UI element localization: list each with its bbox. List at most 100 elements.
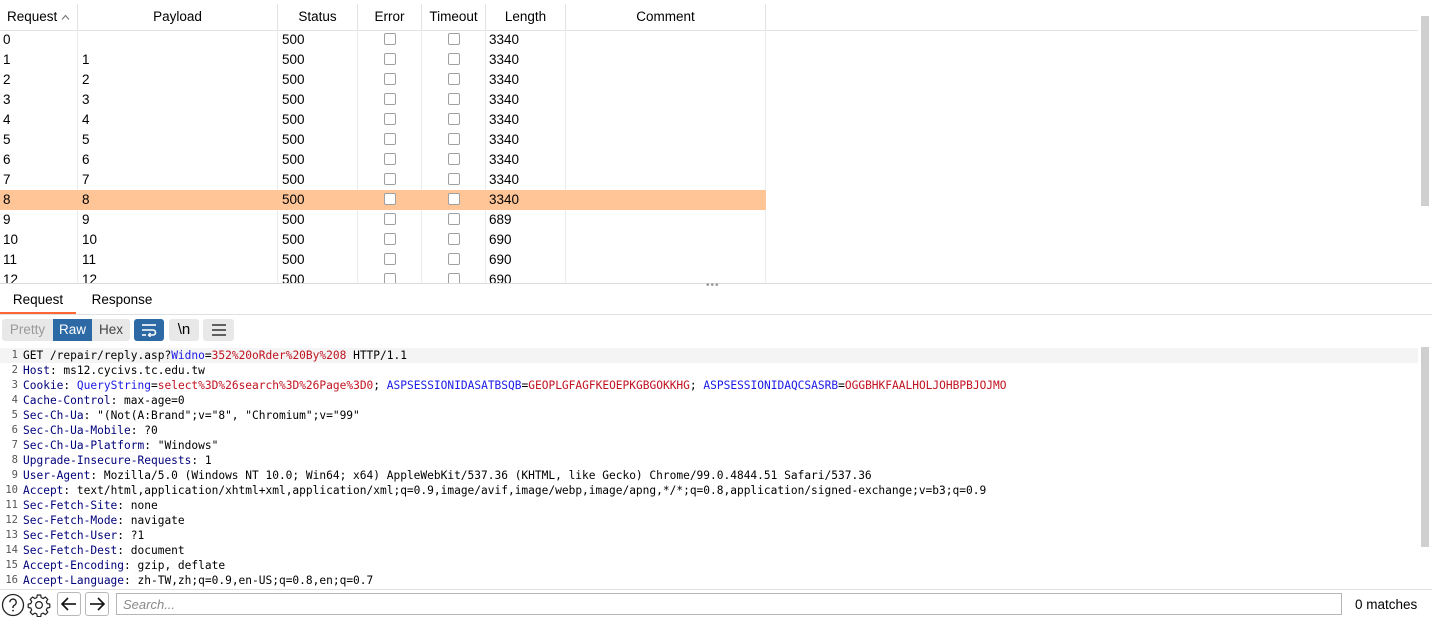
error-checkbox[interactable]: [384, 53, 396, 65]
settings-button[interactable]: [27, 593, 51, 618]
cell-request: 10: [3, 232, 19, 247]
timeout-checkbox[interactable]: [448, 193, 460, 205]
column-header-timeout[interactable]: Timeout: [422, 4, 486, 30]
tab-request[interactable]: Request: [0, 288, 76, 314]
cell-request: 3: [3, 92, 11, 107]
editor-scrollbar[interactable]: [1418, 347, 1432, 589]
cell-length: 689: [489, 212, 512, 227]
next-match-button[interactable]: [85, 592, 109, 616]
cell-status: 500: [282, 172, 305, 187]
timeout-checkbox[interactable]: [448, 213, 460, 225]
timeout-checkbox[interactable]: [448, 153, 460, 165]
editor-line: 2 Host: ms12.cycivs.tc.edu.tw: [0, 363, 1418, 378]
error-checkbox[interactable]: [384, 193, 396, 205]
line-content: Sec-Fetch-User: ?1: [23, 528, 144, 543]
table-row[interactable]: 5 5 500 3340: [0, 130, 1418, 150]
cell-request: 8: [3, 192, 11, 207]
code-token: Sec-Fetch-Site: [23, 499, 118, 512]
cell-length: 3340: [489, 52, 520, 67]
table-row[interactable]: 8 8 500 3340: [0, 190, 1418, 210]
table-row[interactable]: 9 9 500 689: [0, 210, 1418, 230]
options-menu-button[interactable]: [203, 319, 234, 341]
timeout-checkbox[interactable]: [448, 93, 460, 105]
editor-line: 1 GET /repair/reply.asp?Widno=352%20oRder…: [0, 348, 1418, 363]
error-checkbox[interactable]: [384, 173, 396, 185]
timeout-checkbox[interactable]: [448, 253, 460, 265]
cell-payload: 5: [82, 132, 90, 147]
timeout-checkbox[interactable]: [448, 53, 460, 65]
column-header-error[interactable]: Error: [358, 4, 422, 30]
line-content: Cache-Control: max-age=0: [23, 393, 185, 408]
request-response-tabs: Request Response: [0, 288, 1432, 315]
raw-request-editor[interactable]: 1 GET /repair/reply.asp?Widno=352%20oRder…: [0, 347, 1432, 589]
line-number: 8: [11, 454, 18, 466]
timeout-checkbox[interactable]: [448, 73, 460, 85]
error-checkbox[interactable]: [384, 153, 396, 165]
cell-payload: 4: [82, 112, 90, 127]
arrow-left-icon: [60, 597, 76, 611]
help-icon: [1, 593, 25, 617]
code-token: ASPSESSIONIDAQCSASRB: [703, 379, 839, 392]
error-checkbox[interactable]: [384, 93, 396, 105]
error-checkbox[interactable]: [384, 253, 396, 265]
code-token: Widno: [171, 349, 205, 362]
cell-length: 3340: [489, 32, 520, 47]
table-row[interactable]: 1 1 500 3340: [0, 50, 1418, 70]
table-row[interactable]: 0 500 3340: [0, 30, 1418, 50]
timeout-checkbox[interactable]: [448, 273, 460, 283]
help-button[interactable]: [1, 593, 25, 617]
arrow-right-icon: [90, 597, 106, 611]
error-checkbox[interactable]: [384, 213, 396, 225]
timeout-checkbox[interactable]: [448, 33, 460, 45]
column-header-comment[interactable]: Comment: [566, 4, 766, 30]
table-scrollbar-thumb[interactable]: [1421, 16, 1429, 206]
timeout-checkbox[interactable]: [448, 113, 460, 125]
column-header-request[interactable]: Request: [0, 4, 78, 30]
timeout-checkbox[interactable]: [448, 233, 460, 245]
table-scrollbar[interactable]: [1418, 4, 1432, 283]
table-row[interactable]: 6 6 500 3340: [0, 150, 1418, 170]
editor-line: 15 Accept-Encoding: gzip, deflate: [0, 558, 1418, 573]
cell-status: 500: [282, 272, 305, 283]
line-content: GET /repair/reply.asp?Widno=352%20oRder%…: [23, 348, 407, 363]
error-checkbox[interactable]: [384, 33, 396, 45]
error-checkbox[interactable]: [384, 233, 396, 245]
line-number: 13: [5, 529, 18, 541]
error-checkbox[interactable]: [384, 73, 396, 85]
error-checkbox[interactable]: [384, 273, 396, 283]
table-body: 0 500 3340 1 1 500 3340 2 2 500 3340 3 3 500 3340 4 4 500…: [0, 30, 1418, 283]
table-row[interactable]: 4 4 500 3340: [0, 110, 1418, 130]
show-newlines-button[interactable]: \n: [169, 319, 199, 341]
timeout-checkbox[interactable]: [448, 133, 460, 145]
table-row[interactable]: 11 11 500 690: [0, 250, 1418, 270]
table-row[interactable]: 7 7 500 3340: [0, 170, 1418, 190]
line-number: 3: [11, 379, 18, 391]
cell-request: 12: [3, 272, 19, 283]
cell-status: 500: [282, 152, 305, 167]
cell-payload: 12: [82, 272, 98, 283]
column-header-payload[interactable]: Payload: [78, 4, 278, 30]
editor-line: 3 Cookie: QueryString=select%3D%26search%…: [0, 378, 1418, 393]
table-row[interactable]: 2 2 500 3340: [0, 70, 1418, 90]
timeout-checkbox[interactable]: [448, 173, 460, 185]
hex-button[interactable]: Hex: [92, 319, 130, 341]
tab-response[interactable]: Response: [84, 288, 160, 312]
code-token: HTTP/1.1: [346, 349, 407, 362]
pretty-button[interactable]: Pretty: [2, 319, 53, 341]
search-input[interactable]: [116, 593, 1342, 615]
table-row[interactable]: 3 3 500 3340: [0, 90, 1418, 110]
cell-payload: 7: [82, 172, 90, 187]
column-header-status[interactable]: Status: [278, 4, 358, 30]
editor-scrollbar-thumb[interactable]: [1421, 347, 1429, 547]
text-wrap-button[interactable]: [134, 319, 164, 341]
line-content: Sec-Ch-Ua-Platform: "Windows": [23, 438, 218, 453]
error-checkbox[interactable]: [384, 133, 396, 145]
raw-button[interactable]: Raw: [53, 319, 92, 341]
column-header-length[interactable]: Length: [486, 4, 566, 30]
table-row[interactable]: 10 10 500 690: [0, 230, 1418, 250]
cell-request: 1: [3, 52, 11, 67]
cell-request: 4: [3, 112, 11, 127]
previous-match-button[interactable]: [57, 592, 81, 616]
cell-payload: 1: [82, 52, 90, 67]
error-checkbox[interactable]: [384, 113, 396, 125]
